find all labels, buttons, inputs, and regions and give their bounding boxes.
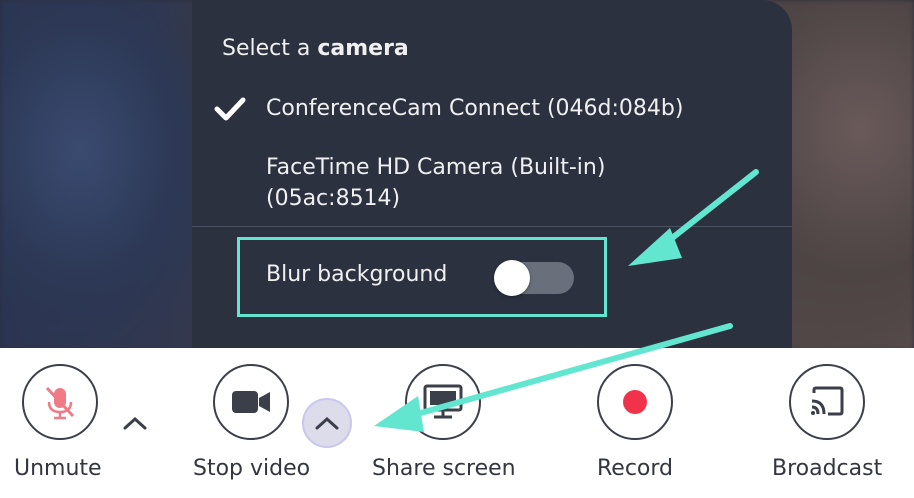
share-screen-label: Share screen — [372, 456, 516, 481]
camera-option-facetime[interactable]: FaceTime HD Camera (Built-in) (05ac:8514… — [266, 152, 666, 214]
meeting-toolbar: Unmute Stop video Share screen Record Br… — [0, 348, 914, 498]
audio-options-caret[interactable] — [110, 398, 160, 448]
camera-option-conferencecam[interactable]: ConferenceCam Connect (046d:084b) — [266, 93, 683, 124]
chevron-up-icon — [123, 416, 147, 430]
stop-video-label: Stop video — [193, 456, 311, 481]
stop-video-button[interactable] — [213, 364, 289, 440]
mic-muted-icon — [45, 386, 75, 420]
unmute-label: Unmute — [14, 456, 102, 481]
checkmark-icon — [214, 97, 246, 121]
record-label: Record — [597, 456, 674, 481]
video-options-caret[interactable] — [302, 398, 352, 448]
share-screen-button[interactable] — [405, 364, 481, 440]
record-icon — [623, 390, 647, 414]
chevron-up-icon — [315, 416, 339, 430]
record-button[interactable] — [597, 364, 673, 440]
video-camera-icon — [232, 391, 270, 413]
highlight-box — [237, 237, 607, 317]
unmute-button[interactable] — [22, 364, 98, 440]
menu-title: Select a camera — [222, 36, 409, 61]
monitor-icon — [423, 384, 463, 419]
broadcast-label: Broadcast — [772, 456, 883, 481]
menu-divider — [192, 226, 792, 227]
cast-icon — [811, 386, 844, 416]
broadcast-button[interactable] — [789, 364, 865, 440]
